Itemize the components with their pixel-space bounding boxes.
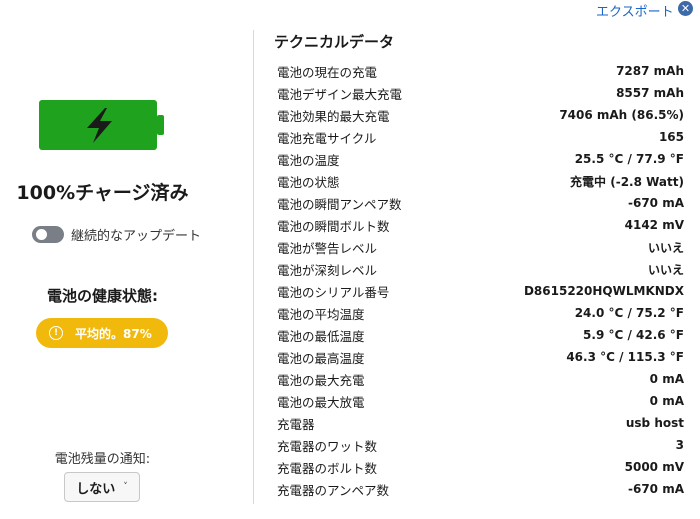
row-value: 46.3 °C / 115.3 °F [566,350,684,364]
row-label: 電池の状態 [277,174,340,190]
row-value: -670 mA [628,196,684,210]
row-label: 電池の最大充電 [277,372,365,388]
table-row: 電池の温度 25.5 °C / 77.9 °F [277,148,684,170]
table-row: 電池の最大放電 0 mA [277,390,684,412]
row-value: usb host [625,416,684,430]
table-row: 充電器のアンペア数 -670 mA [277,478,684,500]
row-label: 電池が警告レベル [277,240,378,256]
row-value: 8557 mAh [616,86,684,100]
row-label: 充電器のワット数 [277,438,378,454]
row-value: 5.9 °C / 42.6 °F [583,328,684,342]
battery-health-label: 電池の健康状態: [47,287,158,305]
table-row: 電池の最低温度 5.9 °C / 42.6 °F [277,324,684,346]
row-value: 24.0 °C / 75.2 °F [574,306,684,320]
toggle-knob [36,228,47,240]
row-value: いいえ [647,262,684,277]
battery-health-badge: ! 平均的。87% [36,318,168,348]
row-label: 電池が深刻レベル [277,262,378,278]
row-label: 電池の最低温度 [277,328,365,344]
table-row: 電池が深刻レベル いいえ [277,258,684,280]
table-row: 充電器 usb host [277,412,684,434]
table-row: 電池の瞬間アンペア数 -670 mA [277,192,684,214]
dropdown-selected-value: しない [76,481,116,497]
row-value: いいえ [647,240,684,255]
battery-notification-label: 電池残量の通知: [54,452,151,467]
table-row: 電池の最高温度 46.3 °C / 115.3 °F [277,346,684,368]
table-row: 電池のシリアル番号 D8615220HQWLMKNDX [277,280,684,302]
continuous-update-row: 継続的なアップデート [32,224,201,244]
row-label: 充電器のボルト数 [277,460,378,476]
row-value: 4142 mV [624,218,684,232]
technical-data-title: テクニカルデータ [274,33,395,51]
row-value: 3 [675,438,684,452]
table-row: 電池が警告レベル いいえ [277,236,684,258]
row-label: 充電器のアンペア数 [277,482,390,498]
table-row: 電池の最大充電 0 mA [277,368,684,390]
row-value: D8615220HQWLMKNDX [523,284,684,298]
battery-health-value: 平均的。87% [75,326,152,341]
row-value: 0 mA [649,372,684,386]
row-value: 7406 mAh (86.5%) [559,108,684,122]
row-value: 充電中 (-2.8 Watt) [570,174,684,189]
row-value: -670 mA [628,482,684,496]
table-row: 電池充電サイクル 165 [277,126,684,148]
row-label: 電池の温度 [277,152,340,168]
charge-status-title: 100%チャージ済み [16,182,189,204]
continuous-update-label: 継続的なアップデート [71,228,202,244]
row-value: 0 mA [649,394,684,408]
row-label: 電池充電サイクル [277,130,377,146]
row-value: 25.5 °C / 77.9 °F [574,152,684,166]
continuous-update-toggle[interactable] [32,225,64,243]
row-value: 5000 mV [624,460,684,474]
technical-data-table: 電池の現在の充電 7287 mAh 電池デザイン最大充電 8557 mAh 電池効果的最… [277,60,684,500]
row-label: 電池の瞬間アンペア数 [277,196,402,212]
table-row: 電池の状態 充電中 (-2.8 Watt) [277,170,684,192]
row-label: 電池の現在の充電 [277,64,378,80]
row-label: 電池のシリアル番号 [277,284,390,300]
table-row: 充電器のワット数 3 [277,434,684,456]
chevron-down-icon: ˅ [123,482,128,492]
technical-data-panel: テクニカルデータ 電池の現在の充電 7287 mAh 電池デザイン最大充電 8557 … [254,0,700,519]
row-label: 充電器 [277,416,315,432]
table-row: 電池の瞬間ボルト数 4142 mV [277,214,684,236]
row-label: 電池効果的最大充電 [277,108,390,124]
row-value: 165 [658,130,684,144]
table-row: 充電器のボルト数 5000 mV [277,456,684,478]
row-label: 電池の瞬間ボルト数 [277,218,390,234]
row-label: 電池デザイン最大充電 [277,86,403,102]
row-label: 電池の平均温度 [277,306,365,322]
battery-status-panel: 100%チャージ済み 継続的なアップデート 電池の健康状態: ! 平均的。87%… [0,0,253,519]
warning-icon: ! [49,326,63,340]
table-row: 電池デザイン最大充電 8557 mAh [277,82,684,104]
row-label: 電池の最大放電 [277,394,365,410]
table-row: 電池の平均温度 24.0 °C / 75.2 °F [277,302,684,324]
row-value: 7287 mAh [616,64,684,78]
battery-notification-dropdown[interactable]: しない ˅ [64,472,140,502]
battery-charging-icon [39,100,164,150]
row-label: 電池の最高温度 [277,350,365,366]
table-row: 電池の現在の充電 7287 mAh [277,60,684,82]
table-row: 電池効果的最大充電 7406 mAh (86.5%) [277,104,684,126]
